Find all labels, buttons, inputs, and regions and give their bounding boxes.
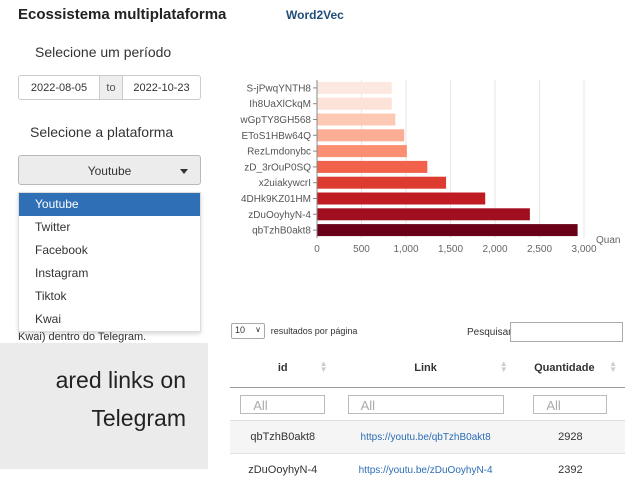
dropdown-option-tiktok[interactable]: Tiktok [19, 285, 200, 308]
chart-bar[interactable] [317, 98, 392, 110]
chevron-down-icon: ∨ [255, 325, 261, 334]
sort-icon: ▲▼ [500, 361, 508, 373]
column-header-link[interactable]: Link▲▼ [336, 349, 516, 388]
platform-label: Selecione a plataforma [30, 124, 173, 140]
sort-icon: ▲▼ [609, 361, 617, 373]
dropdown-option-twitter[interactable]: Twitter [19, 216, 200, 239]
caption-overlay: ared links on Telegram [0, 343, 208, 469]
table-row: zDuOoyhyN-4 https://youtu.be/zDuOoyhyN-4… [230, 454, 625, 486]
column-header-quantidade[interactable]: Quantidade▲▼ [516, 349, 625, 388]
chart-bar[interactable] [317, 208, 530, 220]
platform-select-value: Youtube [19, 164, 200, 178]
chart-bar[interactable] [317, 161, 427, 173]
filter-input-id[interactable]: All [240, 395, 325, 414]
chart-x-tick-label: 0 [314, 244, 320, 255]
filter-input-quantidade[interactable]: All [533, 395, 607, 414]
chart-x-tick-label: 2,000 [482, 244, 507, 255]
cell-id: zDuOoyhyN-4 [230, 454, 336, 486]
platform-select[interactable]: Youtube [18, 155, 201, 185]
chart-y-tick-label: S-jPwqYNTH8 [247, 83, 312, 94]
page-length-select[interactable]: 10∨ [231, 323, 265, 339]
chart-x-tick-label: 1,000 [393, 244, 418, 255]
chart-bar[interactable] [317, 193, 485, 205]
chart-x-tick-label: 3,000 [571, 244, 596, 255]
video-link[interactable]: https://youtu.be/zDuOoyhyN-4 [359, 465, 493, 476]
cell-id: qbTzhB0akt8 [230, 421, 336, 454]
chart-x-tick-label: 1,500 [438, 244, 463, 255]
chart-bar[interactable] [317, 224, 578, 236]
filter-input-link[interactable]: All [348, 395, 504, 414]
data-table: id▲▼ Link▲▼ Quantidade▲▼ All All All qbT… [230, 349, 625, 486]
dropdown-option-instagram[interactable]: Instagram [19, 262, 200, 285]
date-end-input[interactable]: 2022-10-23 [123, 82, 200, 94]
chart-y-tick-label: qbTzhB0akt8 [252, 226, 311, 237]
dropdown-option-kwai[interactable]: Kwai [19, 308, 200, 331]
app-title: Ecossistema multiplataforma [18, 6, 226, 23]
table-row: qbTzhB0akt8 https://youtu.be/qbTzhB0akt8… [230, 421, 625, 454]
chart-y-tick-label: wGpTY8GH568 [239, 115, 311, 126]
date-separator: to [99, 76, 123, 99]
chart-y-tick-label: x2uiakywcrI [259, 178, 311, 189]
table-length-control: 10∨ resultados por página [231, 323, 357, 339]
cell-quantidade: 2928 [516, 421, 625, 454]
caption-line-1: ared links on [56, 367, 186, 394]
period-label: Selecione um período [35, 44, 171, 60]
tab-word2vec[interactable]: Word2Vec [286, 8, 344, 22]
date-start-input[interactable]: 2022-08-05 [19, 82, 99, 94]
chart-x-axis-label: Quan [596, 235, 620, 246]
chart-y-tick-label: EToS1HBw64Q [242, 131, 312, 142]
search-label: Pesquisar [467, 327, 511, 338]
chart-y-tick-label: zD_3rOuP0SQ [244, 162, 311, 173]
video-link[interactable]: https://youtu.be/qbTzhB0akt8 [361, 432, 491, 443]
chart-y-tick-label: Ih8UaXlCkqM [249, 99, 311, 110]
cell-link: https://youtu.be/qbTzhB0akt8 [336, 421, 516, 454]
caption-line-2: Telegram [91, 405, 186, 432]
dropdown-option-facebook[interactable]: Facebook [19, 239, 200, 262]
chart-bar[interactable] [317, 82, 392, 94]
description-text: Kwai) dentro do Telegram. [18, 331, 146, 343]
chart-y-tick-label: RezLmdonybc [247, 147, 311, 158]
chart-x-tick-label: 2,500 [527, 244, 552, 255]
chart-x-tick-label: 500 [353, 244, 370, 255]
search-input[interactable] [510, 322, 623, 342]
cell-quantidade: 2392 [516, 454, 625, 486]
chart-bar[interactable] [317, 114, 395, 126]
column-header-id[interactable]: id▲▼ [230, 349, 336, 388]
chart-y-tick-label: 4DHk9KZ01HM [241, 194, 311, 205]
page-length-label: resultados por página [271, 326, 358, 336]
date-range-input[interactable]: 2022-08-05 to 2022-10-23 [18, 75, 201, 100]
dropdown-option-youtube[interactable]: Youtube [19, 193, 200, 216]
chart-bar[interactable] [317, 177, 446, 189]
chart-bar[interactable] [317, 145, 407, 157]
caret-down-icon [180, 169, 188, 174]
cell-link: https://youtu.be/zDuOoyhyN-4 [336, 454, 516, 486]
platform-dropdown-menu: Youtube Twitter Facebook Instagram Tikto… [18, 192, 201, 332]
sort-icon: ▲▼ [320, 361, 328, 373]
chart-y-tick-label: zDuOoyhyN-4 [248, 210, 311, 221]
bar-chart: S-jPwqYNTH8 Ih8UaXlCkqM wGpTY8GH568 EToS1HB… [210, 74, 635, 274]
chart-bar[interactable] [317, 129, 404, 141]
